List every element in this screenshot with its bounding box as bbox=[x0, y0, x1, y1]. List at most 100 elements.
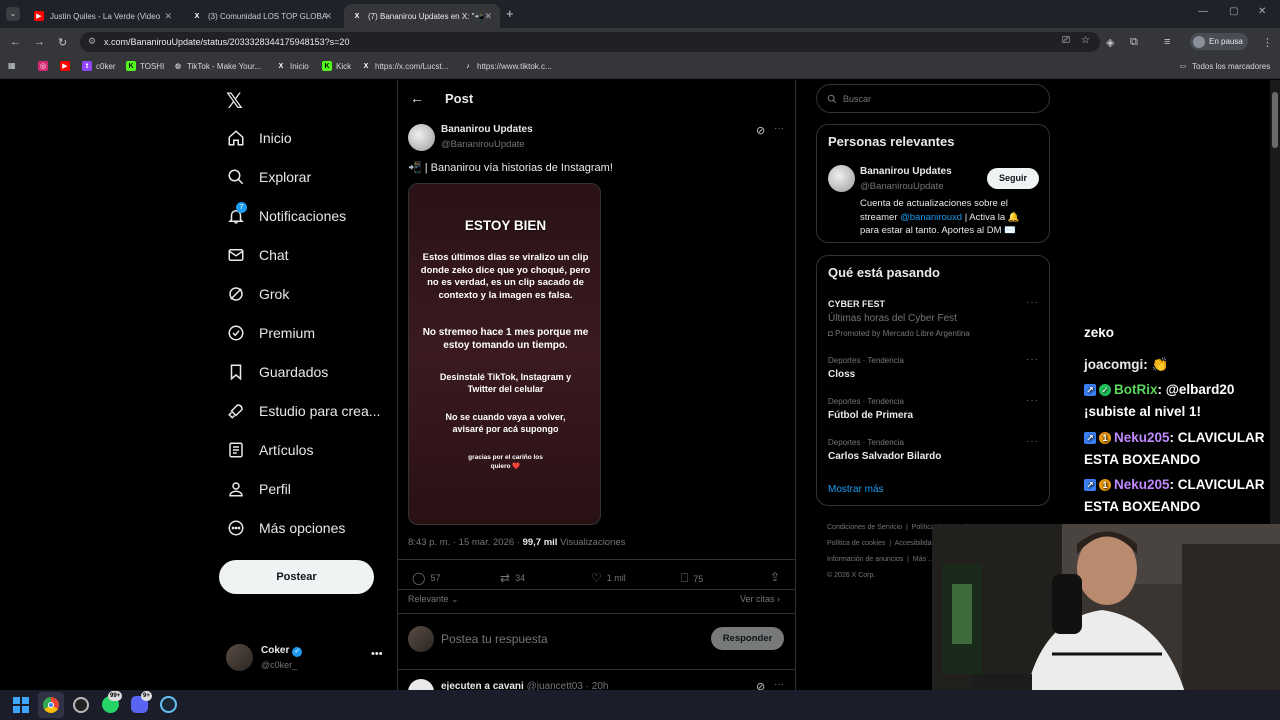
bookmark-tiktok[interactable]: ♪ https://www.tiktok.c... bbox=[463, 61, 551, 71]
quotes-link[interactable]: Ver citas › bbox=[740, 594, 780, 604]
like-button[interactable]: ♡ 1 mil bbox=[591, 571, 626, 585]
show-more-link[interactable]: Mostrar más bbox=[828, 484, 884, 495]
windows-start-icon[interactable] bbox=[13, 697, 29, 713]
more-dots-icon[interactable]: ··· bbox=[774, 679, 784, 690]
close-icon[interactable]: ✕ bbox=[164, 11, 172, 22]
bookmark-youtube[interactable]: ▶ bbox=[60, 61, 70, 71]
tab-search-button[interactable]: ⌄ bbox=[6, 7, 20, 21]
sidebar-item-articulos[interactable]: Artículos bbox=[227, 441, 313, 459]
bookmark-button[interactable]: ⎕ 75 bbox=[681, 571, 703, 586]
footer-link[interactable]: Condiciones de Servicio bbox=[827, 524, 902, 531]
sidebar-item-perfil[interactable]: Perfil bbox=[227, 480, 291, 498]
browser-toolbar: ← → ↻ ⚙ x.com/BananirouUpdate/status/203… bbox=[0, 28, 1280, 55]
new-tab-button[interactable]: + bbox=[506, 6, 514, 21]
sidebar-item-chat[interactable]: Chat bbox=[227, 246, 289, 264]
divider bbox=[398, 589, 795, 590]
bookmark-inicio[interactable]: X Inicio bbox=[276, 61, 309, 71]
site-info-icon[interactable]: ⚙ bbox=[88, 36, 96, 47]
media-icon[interactable]: ≡ bbox=[1164, 36, 1170, 48]
footer-link[interactable]: Accesibilidad bbox=[895, 540, 936, 547]
more-dots-icon[interactable]: ··· bbox=[1026, 297, 1039, 308]
grok-icon[interactable]: ⊘ bbox=[756, 124, 765, 137]
menu-icon[interactable]: ⋮ bbox=[1262, 36, 1273, 49]
all-bookmarks-folder[interactable]: ▭ Todos los marcadores bbox=[1178, 61, 1271, 71]
story-image[interactable]: ESTOY BIEN Estos últimos días se viraliz… bbox=[408, 183, 601, 525]
forward-arrow-icon[interactable]: → bbox=[34, 36, 45, 48]
timestamp[interactable]: 8:43 p. m. · 15 mar. 2026 · bbox=[408, 537, 520, 548]
bookmark-tiktok-make[interactable]: ◍ TikTok - Make Your... bbox=[173, 61, 261, 71]
trend-item[interactable]: CYBER FEST Últimas horas del Cyber Fest … bbox=[817, 294, 1049, 344]
search-input[interactable]: Buscar bbox=[816, 84, 1050, 113]
steam-icon[interactable] bbox=[160, 696, 177, 713]
browser-tab-3-active[interactable]: X (7) Bananirou Updates en X: "📲 ✕ bbox=[344, 4, 500, 28]
person-icon bbox=[229, 482, 243, 497]
close-window-button[interactable]: ✕ bbox=[1258, 6, 1266, 17]
footer-link[interactable]: Información de anuncios bbox=[827, 556, 903, 563]
sidebar-item-premium[interactable]: Premium bbox=[227, 324, 315, 342]
person-handle[interactable]: @BananirouUpdate bbox=[860, 181, 944, 192]
post-button[interactable]: Postear bbox=[219, 560, 374, 594]
reply-author[interactable]: ejecuten a cavani @juancett03 · 20h bbox=[441, 681, 608, 690]
chrome-taskbar-button[interactable] bbox=[38, 692, 64, 718]
back-arrow-icon[interactable]: ← bbox=[410, 90, 424, 106]
grok-icon[interactable]: ⊘ bbox=[756, 680, 765, 690]
reply-submit-button[interactable]: Responder bbox=[711, 627, 784, 650]
sidebar-item-mas-opciones[interactable]: Más opciones bbox=[227, 519, 345, 537]
more-dots-icon[interactable]: ··· bbox=[774, 123, 784, 134]
more-dots-icon[interactable]: ··· bbox=[1026, 354, 1039, 365]
sidebar-item-notificaciones[interactable]: Notificaciones 7 bbox=[227, 202, 346, 225]
more-dots-icon[interactable]: ··· bbox=[1026, 436, 1039, 447]
cast-icon[interactable]: ⎚ bbox=[1062, 35, 1070, 46]
bookmark-toshi[interactable]: K TOSHI bbox=[126, 61, 164, 71]
repost-button[interactable]: ⇄ 34 bbox=[500, 571, 525, 585]
account-switcher[interactable]: Coker ✓ @c0ker_ ••• bbox=[226, 644, 386, 680]
back-arrow-icon[interactable]: ← bbox=[10, 36, 21, 48]
address-bar[interactable]: ⚙ x.com/BananirouUpdate/status/203332834… bbox=[80, 32, 1100, 52]
apps-icon[interactable]: ▦ bbox=[8, 61, 16, 70]
sidebar-item-estudio[interactable]: Estudio para crea... bbox=[227, 402, 380, 420]
trend-item[interactable]: Deportes · Tendencia Carlos Salvador Bil… bbox=[817, 434, 1049, 470]
footer-link[interactable]: Política de cookies bbox=[827, 540, 885, 547]
puzzle-icon[interactable]: ⧉ bbox=[1130, 36, 1138, 49]
sidebar-item-guardados[interactable]: Guardados bbox=[227, 363, 328, 381]
browser-tab-2[interactable]: X (3) Comunidad LOS TOP GLOBA ✕ bbox=[184, 4, 340, 28]
close-icon[interactable]: ✕ bbox=[484, 11, 492, 22]
bookmark-c0ker[interactable]: t c0ker bbox=[82, 61, 116, 71]
close-icon[interactable]: ✕ bbox=[324, 11, 332, 22]
extension-icon[interactable]: ◈ bbox=[1106, 36, 1114, 49]
trend-item[interactable]: Deportes · Tendencia Closs ··· bbox=[817, 352, 1049, 388]
person-name[interactable]: Bananirou Updates bbox=[860, 166, 952, 177]
mention-link[interactable]: @bananirouxd bbox=[900, 212, 962, 223]
avatar[interactable] bbox=[828, 165, 855, 192]
maximize-button[interactable]: ▢ bbox=[1229, 6, 1238, 17]
chevron-right-icon: › bbox=[774, 594, 781, 604]
sort-dropdown[interactable]: Relevante ⌄ bbox=[408, 594, 459, 605]
star-icon[interactable]: ☆ bbox=[1081, 35, 1090, 46]
minimize-button[interactable]: — bbox=[1198, 6, 1208, 17]
bookmark-x-lucst[interactable]: Xhttps://x.com/Lucst... bbox=[361, 61, 449, 71]
trend-item[interactable]: Deportes · Tendencia Fútbol de Primera ·… bbox=[817, 393, 1049, 429]
twitch-icon: t bbox=[82, 61, 92, 71]
obs-icon[interactable] bbox=[73, 697, 89, 713]
avatar[interactable] bbox=[408, 124, 435, 151]
x-logo-icon[interactable]: 𝕏 bbox=[226, 89, 243, 114]
footer-link[interactable]: Más ... bbox=[913, 556, 934, 563]
follow-button[interactable]: Seguir bbox=[987, 168, 1039, 189]
profile-button[interactable]: En pausa bbox=[1190, 33, 1248, 50]
scrollbar-thumb[interactable] bbox=[1272, 92, 1278, 148]
x-logo-icon: X bbox=[194, 12, 200, 20]
sidebar-item-inicio[interactable]: Inicio bbox=[227, 129, 292, 147]
sidebar-item-explorar[interactable]: Explorar bbox=[227, 168, 311, 186]
browser-tab-1[interactable]: ▶ Justin Quiles - La Verde (Video ✕ bbox=[26, 4, 180, 28]
author-handle[interactable]: @BananirouUpdate bbox=[441, 139, 525, 150]
more-dots-icon[interactable]: ··· bbox=[1026, 395, 1039, 406]
reply-button[interactable]: ◯ 57 bbox=[412, 571, 440, 585]
reply-input[interactable]: Postea tu respuesta bbox=[441, 632, 548, 646]
more-dots-icon[interactable]: ••• bbox=[371, 648, 383, 660]
share-icon[interactable]: ⇪ bbox=[770, 570, 780, 584]
bookmark-kick[interactable]: K Kick bbox=[322, 61, 351, 71]
reload-icon[interactable]: ↻ bbox=[58, 36, 67, 49]
bookmark-instagram[interactable]: ◎ bbox=[38, 61, 48, 71]
author-name[interactable]: Bananirou Updates bbox=[441, 124, 533, 135]
sidebar-item-grok[interactable]: Grok bbox=[227, 285, 289, 303]
